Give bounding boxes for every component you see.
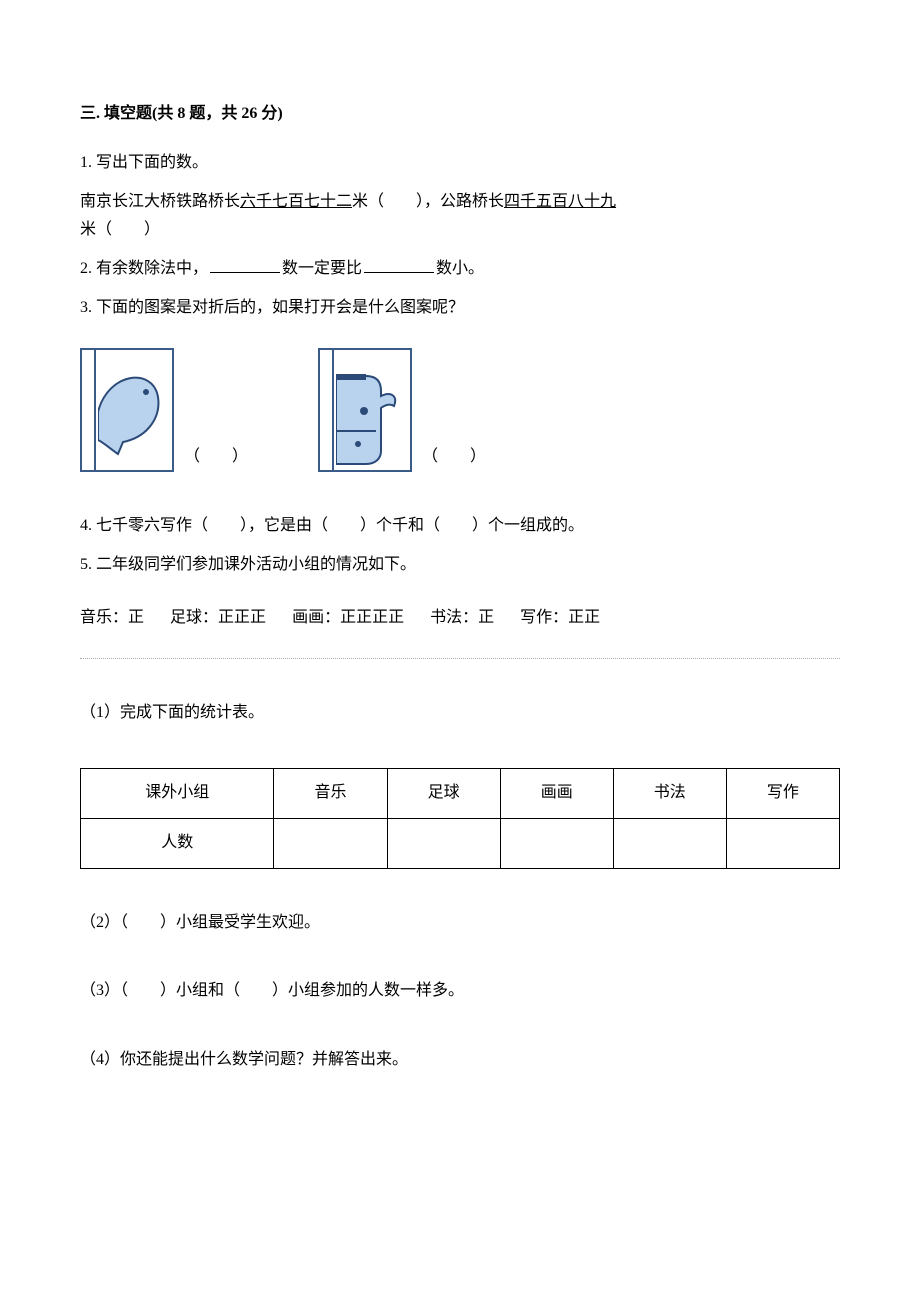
td-blank [613,818,726,868]
q1-text-a: 南京长江大桥铁路桥长 [80,193,240,210]
td-blank [726,818,839,868]
tally-calli: 书法：正 [430,604,494,633]
th-col: 音乐 [274,768,387,818]
q2: 2. 有余数除法中， 数一定要比 数小。 [80,255,840,284]
q4: 4. 七千零六写作（ ），它是由（ ）个千和（ ）个一组成的。 [80,512,840,541]
card-spine-icon [94,350,96,470]
tally-write: 写作：正正 [520,604,600,633]
tally-soccer: 足球：正正正 [170,604,266,633]
q1-text-b: 米（ ），公路桥长 [352,193,504,210]
q2-b: 数一定要比 [282,260,362,277]
q5-stem: 5. 二年级同学们参加课外活动小组的情况如下。 [80,551,840,580]
th-group: 课外小组 [81,768,274,818]
divider [80,658,840,659]
q1-body: 南京长江大桥铁路桥长六千七百七十二米（ ），公路桥长四千五百八十九 米（ ） [80,188,840,246]
fig2-blank: （ ） [422,443,486,472]
td-blank [500,818,613,868]
cow-half-icon [336,356,408,466]
fig-group-1: （ ） [80,348,248,472]
q1-num-a: 六千七百七十二 [240,193,352,210]
fig1-blank: （ ） [184,443,248,472]
table-row: 人数 [81,818,840,868]
q2-c: 数小。 [436,260,484,277]
q5-sub4: （4）你还能提出什么数学问题？并解答出来。 [80,1046,840,1075]
td-blank [387,818,500,868]
th-col: 书法 [613,768,726,818]
q5-sub3: （3）（ ）小组和（ ）小组参加的人数一样多。 [80,977,840,1006]
td-count-label: 人数 [81,818,274,868]
th-col: 写作 [726,768,839,818]
folded-card-2 [318,348,412,472]
q1-stem: 1. 写出下面的数。 [80,149,840,178]
fig-group-2: （ ） [318,348,486,472]
q2-a: 2. 有余数除法中， [80,260,208,277]
tally-draw: 画画：正正正正 [292,604,404,633]
section-title: 三. 填空题(共 8 题，共 26 分) [80,100,840,129]
q5-sub2: （2）（ ）小组最受学生欢迎。 [80,909,840,938]
q5-tallies: 音乐：正 足球：正正正 画画：正正正正 书法：正 写作：正正 [80,604,840,633]
q5-sub1: （1）完成下面的统计表。 [80,699,840,728]
th-col: 画画 [500,768,613,818]
q3-figures: （ ） （ ） [80,348,840,472]
page: 三. 填空题(共 8 题，共 26 分) 1. 写出下面的数。 南京长江大桥铁路… [0,0,920,1175]
q1-text-c: 米（ ） [80,221,160,238]
whale-half-icon [98,362,170,458]
th-col: 足球 [387,768,500,818]
q1-num-b: 四千五百八十九 [504,193,616,210]
folded-card-1 [80,348,174,472]
q2-blank-2 [364,256,434,273]
q2-blank-1 [210,256,280,273]
q3-stem: 3. 下面的图案是对折后的，如果打开会是什么图案呢？ [80,294,840,323]
table-row: 课外小组 音乐 足球 画画 书法 写作 [81,768,840,818]
card-spine-icon [332,350,334,470]
td-blank [274,818,387,868]
tally-music: 音乐：正 [80,604,144,633]
stat-table: 课外小组 音乐 足球 画画 书法 写作 人数 [80,768,840,869]
